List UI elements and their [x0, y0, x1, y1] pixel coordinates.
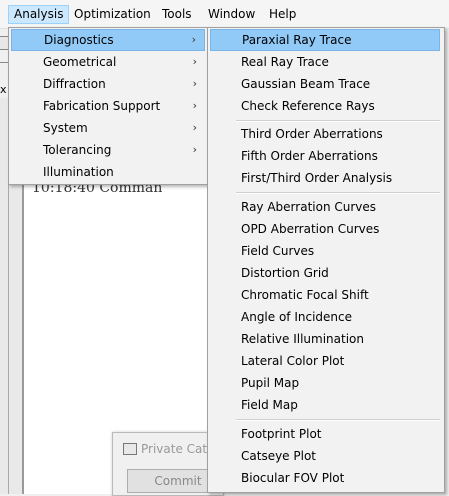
- menu-item-relative-illumination[interactable]: Relative Illumination: [210, 328, 440, 350]
- menu-item-field-curves[interactable]: Field Curves: [210, 240, 440, 262]
- dialog-title: Private Cata: [141, 442, 215, 456]
- close-icon[interactable]: x: [0, 84, 7, 96]
- menu-item-field-map[interactable]: Field Map: [210, 394, 440, 416]
- menu-separator: [236, 419, 440, 421]
- menu-separator: [236, 192, 440, 194]
- submenu-arrow-icon: ›: [192, 55, 197, 68]
- menu-item-geometrical[interactable]: Geometrical ›: [11, 51, 205, 73]
- menu-item-biocular-fov-plot[interactable]: Biocular FOV Plot: [210, 467, 440, 489]
- submenu-arrow-icon: ›: [192, 99, 197, 112]
- menu-item-real-ray-trace[interactable]: Real Ray Trace: [210, 51, 440, 73]
- submenu-arrow-icon: ›: [192, 77, 197, 90]
- menu-help[interactable]: Help: [264, 5, 301, 24]
- menu-item-first-third-order-analysis[interactable]: First/Third Order Analysis: [210, 167, 440, 189]
- menu-item-diagnostics[interactable]: Diagnostics ›: [11, 29, 205, 51]
- menu-item-ray-aberration-curves[interactable]: Ray Aberration Curves: [210, 196, 440, 218]
- menu-item-label: System: [43, 121, 88, 135]
- menu-item-opd-aberration-curves[interactable]: OPD Aberration Curves: [210, 218, 440, 240]
- diagnostics-submenu: Paraxial Ray Trace Real Ray Trace Gaussi…: [207, 27, 445, 493]
- menu-item-check-reference-rays[interactable]: Check Reference Rays: [210, 95, 440, 117]
- menu-item-third-order-aberrations[interactable]: Third Order Aberrations: [210, 123, 440, 145]
- menu-item-fabrication-support[interactable]: Fabrication Support ›: [11, 95, 205, 117]
- submenu-arrow-icon: ›: [191, 33, 196, 46]
- menu-item-label: Diffraction: [43, 77, 106, 91]
- window-icon: [123, 443, 137, 455]
- menu-window[interactable]: Window: [203, 5, 260, 24]
- submenu-arrow-icon: ›: [192, 121, 197, 134]
- menu-separator: [236, 120, 440, 122]
- menu-item-distortion-grid[interactable]: Distortion Grid: [210, 262, 440, 284]
- menu-bar: Analysis Optimization Tools Window Help: [0, 0, 449, 29]
- menu-item-tolerancing[interactable]: Tolerancing ›: [11, 139, 205, 161]
- menu-analysis[interactable]: Analysis: [8, 5, 70, 24]
- menu-item-chromatic-focal-shift[interactable]: Chromatic Focal Shift: [210, 284, 440, 306]
- menu-item-footprint-plot[interactable]: Footprint Plot: [210, 423, 440, 445]
- menu-item-lateral-color-plot[interactable]: Lateral Color Plot: [210, 350, 440, 372]
- menu-item-pupil-map[interactable]: Pupil Map: [210, 372, 440, 394]
- menu-item-fifth-order-aberrations[interactable]: Fifth Order Aberrations: [210, 145, 440, 167]
- menu-item-catseye-plot[interactable]: Catseye Plot: [210, 445, 440, 467]
- analysis-dropdown-menu: Diagnostics › Geometrical › Diffraction …: [8, 27, 210, 185]
- menu-item-label: Tolerancing: [43, 143, 112, 157]
- menu-item-paraxial-ray-trace[interactable]: Paraxial Ray Trace: [210, 29, 440, 51]
- menu-item-angle-of-incidence[interactable]: Angle of Incidence: [210, 306, 440, 328]
- menu-tools[interactable]: Tools: [157, 5, 197, 24]
- menu-item-label: Diagnostics: [44, 33, 114, 47]
- menu-optimization[interactable]: Optimization: [69, 5, 156, 24]
- menu-item-illumination[interactable]: Illumination: [11, 161, 205, 183]
- submenu-arrow-icon: ›: [192, 143, 197, 156]
- menu-item-system[interactable]: System ›: [11, 117, 205, 139]
- menu-item-label: Geometrical: [43, 55, 117, 69]
- menu-item-label: Fabrication Support: [43, 99, 161, 113]
- menu-item-diffraction[interactable]: Diffraction ›: [11, 73, 205, 95]
- menu-item-gaussian-beam-trace[interactable]: Gaussian Beam Trace: [210, 73, 440, 95]
- menu-item-label: Illumination: [43, 165, 114, 179]
